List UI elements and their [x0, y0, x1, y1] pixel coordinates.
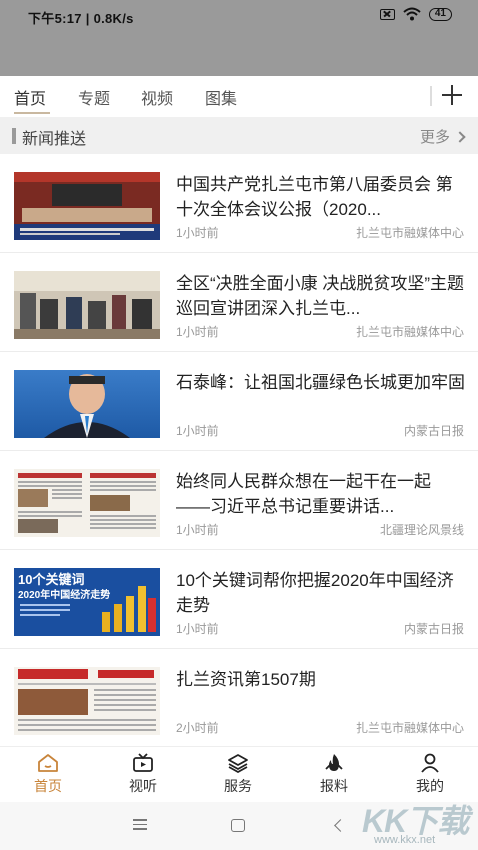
nav-services[interactable]: 服务 [208, 753, 268, 796]
news-item[interactable]: 10个关键词 2020年中国经济走势 10个关键词帮你把握2020年中国经济走势… [0, 550, 478, 649]
news-item[interactable]: 始终同人民群众想在一起干在一起 ——习近平总书记重要讲话... 1小时前 北疆理… [0, 451, 478, 550]
status-time-speed: 下午5:17 | 0.8K/s [28, 11, 134, 26]
news-thumbnail [14, 469, 160, 537]
active-tab-indicator [14, 112, 50, 114]
news-item[interactable]: 扎兰资讯第1507期 2小时前 扎兰屯市融媒体中心 [0, 649, 478, 748]
news-time: 1小时前 [176, 325, 219, 339]
more-link[interactable]: 更多 [419, 126, 466, 147]
news-time: 1小时前 [176, 622, 219, 636]
watermark-url: www.kkx.net [374, 834, 436, 846]
nav-watch-label: 视听 [129, 778, 157, 794]
status-bar: 下午5:17 | 0.8K/s 41 [0, 0, 478, 76]
add-channel-button[interactable] [440, 83, 464, 107]
tab-topics[interactable]: 专题 [78, 85, 110, 109]
tab-gallery[interactable]: 图集 [205, 85, 237, 109]
tab-divider [430, 86, 432, 106]
thumb-keywords-banner: 10个关键词 [18, 572, 84, 587]
nav-report-label: 报料 [320, 778, 348, 794]
home-square-icon[interactable] [231, 819, 245, 832]
more-label: 更多 [419, 129, 450, 146]
user-icon [421, 753, 439, 773]
news-thumbnail [14, 667, 160, 735]
tab-video[interactable]: 视频 [141, 85, 173, 109]
wifi-icon [403, 7, 421, 21]
section-title: 新闻推送 [22, 131, 87, 148]
news-thumbnail [14, 271, 160, 339]
news-item[interactable]: 石泰峰：让祖国北疆绿色长城更加牢固 1小时前 内蒙古日报 [0, 352, 478, 451]
news-title: 中国共产党扎兰屯市第八届委员会 第十次全体会议公报（2020... [176, 175, 453, 219]
nav-home[interactable]: 首页 [18, 753, 78, 796]
nav-services-label: 服务 [224, 778, 252, 794]
section-marker [12, 128, 16, 144]
status-icons: 41 [379, 7, 452, 21]
news-time: 1小时前 [176, 523, 219, 537]
chevron-right-icon [454, 130, 466, 143]
news-source: 扎兰屯市融媒体中心 [355, 226, 464, 240]
nav-home-label: 首页 [34, 778, 62, 794]
news-source: 北疆理论风景线 [379, 523, 464, 537]
news-time: 1小时前 [176, 424, 219, 438]
home-icon [38, 754, 58, 772]
news-title: 全区“决胜全面小康 决战脱贫攻坚”主题巡回宣讲团深入扎兰屯... [176, 274, 465, 318]
news-time: 1小时前 [176, 226, 219, 240]
nav-watch[interactable]: 视听 [113, 753, 173, 796]
tab-home[interactable]: 首页 [14, 85, 46, 109]
back-icon[interactable] [334, 819, 347, 832]
thumb-keywords-sub: 2020年中国经济走势 [18, 588, 110, 601]
bottom-nav: 首页 视听 服务 报料 我的 [0, 746, 478, 802]
tv-icon [133, 753, 153, 772]
news-source: 扎兰屯市融媒体中心 [355, 721, 464, 735]
news-thumbnail [14, 172, 160, 240]
news-title: 石泰峰：让祖国北疆绿色长城更加牢固 [176, 373, 465, 392]
section-header: 新闻推送 更多 [0, 117, 478, 154]
channel-tabs: 首页 专题 视频 图集 [0, 76, 478, 116]
news-source: 内蒙古日报 [403, 424, 464, 438]
nav-mine[interactable]: 我的 [400, 753, 460, 796]
news-title: 扎兰资讯第1507期 [176, 670, 316, 689]
fire-icon [325, 754, 343, 771]
news-title: 10个关键词帮你把握2020年中国经济走势 [176, 571, 454, 615]
news-time: 2小时前 [176, 721, 219, 735]
no-sim-icon [379, 8, 395, 20]
nav-mine-label: 我的 [416, 778, 444, 794]
battery-indicator: 41 [428, 7, 452, 21]
news-thumbnail [14, 370, 160, 438]
news-title: 始终同人民群众想在一起干在一起 ——习近平总书记重要讲话... [176, 472, 431, 516]
news-item[interactable]: 全区“决胜全面小康 决战脱贫攻坚”主题巡回宣讲团深入扎兰屯... 1小时前 扎兰… [0, 253, 478, 352]
menu-icon[interactable] [133, 819, 147, 833]
news-item[interactable]: 中国共产党扎兰屯市第八届委员会 第十次全体会议公报（2020... 1小时前 扎… [0, 154, 478, 253]
news-list: 中国共产党扎兰屯市第八届委员会 第十次全体会议公报（2020... 1小时前 扎… [0, 154, 478, 748]
nav-report[interactable]: 报料 [304, 753, 364, 796]
news-source: 内蒙古日报 [403, 622, 464, 636]
news-source: 扎兰屯市融媒体中心 [355, 325, 464, 339]
layers-icon [228, 754, 248, 773]
news-thumbnail: 10个关键词 2020年中国经济走势 [14, 568, 160, 636]
